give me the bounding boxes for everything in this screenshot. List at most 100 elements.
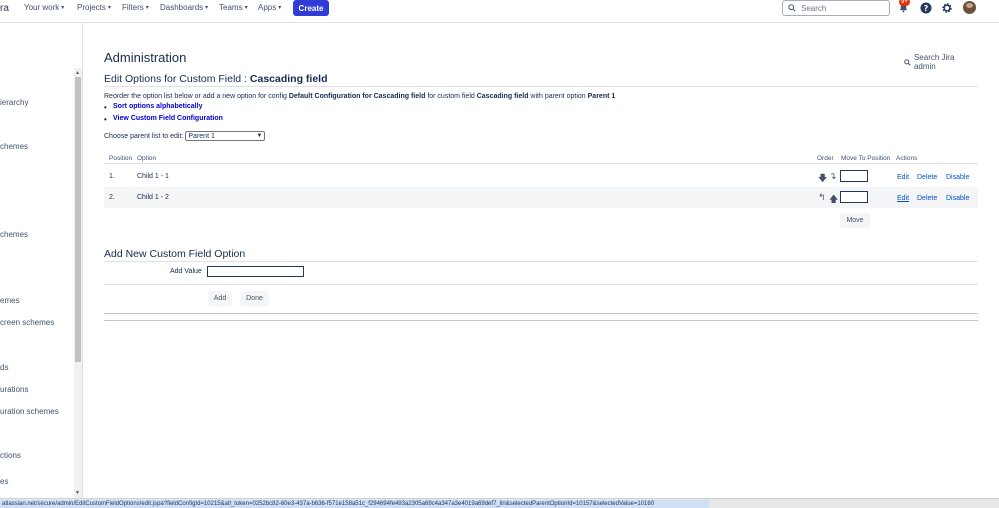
create-button[interactable]: Create <box>293 0 329 16</box>
divider <box>104 284 978 285</box>
header-move-to-position: Move To Position <box>841 155 891 162</box>
move-button[interactable]: Move <box>840 213 870 228</box>
nav-apps[interactable]: Apps ▾ <box>258 3 281 12</box>
action-links: Sort options alphabetically View Custom … <box>104 103 223 127</box>
divider <box>104 86 978 87</box>
nav-your-work[interactable]: Your work ▾ <box>24 3 64 12</box>
jira-logo-text[interactable]: ra <box>0 3 9 14</box>
disable-link[interactable]: Disable <box>946 174 969 181</box>
chevron-down-icon: ▼ <box>256 133 263 139</box>
help-icon: ? <box>920 2 931 13</box>
description-text: with parent option <box>530 93 586 100</box>
search-jira-admin-link[interactable]: Search Jira admin <box>904 53 978 71</box>
nav-your-work-label: Your work <box>24 3 60 12</box>
nav-projects[interactable]: Projects ▾ <box>77 3 111 12</box>
done-button[interactable]: Done <box>240 291 269 306</box>
field-name: Cascading field <box>476 93 529 100</box>
edit-link[interactable]: Edit <box>897 195 909 202</box>
nav-filters-label: Filters <box>122 3 144 12</box>
sidebar-item[interactable]: chemes <box>0 142 28 151</box>
divider <box>104 320 978 321</box>
sort-alphabetically-link[interactable]: Sort options alphabetically <box>104 103 223 115</box>
config-name: Default Configuration for Cascading fiel… <box>288 93 426 100</box>
sidebar-item[interactable]: ierarchy <box>0 98 28 107</box>
page-title: Administration <box>104 50 187 65</box>
parent-select[interactable]: Parent 1 ▼ <box>185 131 266 141</box>
edit-link[interactable]: Edit <box>897 174 909 181</box>
row-position: 1. <box>109 173 115 180</box>
admin-sidebar: ierarchy chemes chemes emes creen scheme… <box>0 23 83 498</box>
description-text: for custom field <box>427 93 475 100</box>
parent-name: Parent 1 <box>587 93 616 100</box>
header-option: Option <box>137 155 157 162</box>
nav-teams[interactable]: Teams ▾ <box>219 3 248 12</box>
row-position: 2. <box>109 194 115 201</box>
top-navigation: ra Your work ▾ Projects ▾ Filters ▾ Dash… <box>0 0 999 23</box>
search-input[interactable]: Search <box>782 0 890 16</box>
choose-parent-label: Choose parent list to edit: <box>104 132 184 140</box>
chevron-down-icon: ▾ <box>107 5 111 11</box>
move-to-position-input[interactable] <box>840 191 868 203</box>
chevron-down-icon: ▾ <box>278 5 282 11</box>
description: Reorder the option list below or add a n… <box>104 93 615 100</box>
sidebar-scrollbar-thumb[interactable] <box>75 77 81 362</box>
svg-text:?: ? <box>923 4 928 13</box>
help-button[interactable]: ? <box>919 1 932 14</box>
sidebar-item[interactable]: chemes <box>0 230 28 239</box>
sidebar-item[interactable]: ds <box>0 363 8 372</box>
sidebar-item[interactable]: ctions <box>0 451 21 460</box>
add-value-label: Add Value <box>170 268 202 275</box>
header-actions: Actions <box>896 155 918 162</box>
move-to-last-icon[interactable]: 🡇 <box>818 171 827 187</box>
options-table-header: Position Option Order Move To Position A… <box>104 154 978 164</box>
search-icon <box>788 4 796 12</box>
notification-badge: 9+ <box>899 0 910 6</box>
disable-link[interactable]: Disable <box>946 195 969 202</box>
section-title: Edit Options for Custom Field : Cascadin… <box>104 73 328 85</box>
sidebar-item[interactable]: uration schemes <box>0 407 59 416</box>
avatar[interactable] <box>963 1 976 14</box>
move-to-position-input[interactable] <box>840 170 868 182</box>
divider <box>104 261 978 262</box>
add-button[interactable]: Add <box>208 291 232 306</box>
nav-apps-label: Apps <box>258 3 277 12</box>
move-down-icon[interactable]: ↴ <box>829 171 837 182</box>
chevron-down-icon: ▾ <box>244 5 248 11</box>
nav-projects-label: Projects <box>77 3 106 12</box>
nav-dashboards[interactable]: Dashboards ▾ <box>160 3 208 12</box>
header-order: Order <box>817 155 834 162</box>
view-field-configuration-link[interactable]: View Custom Field Configuration <box>104 115 223 127</box>
delete-link[interactable]: Delete <box>917 174 937 181</box>
chevron-down-icon: ▾ <box>145 5 149 11</box>
search-placeholder: Search <box>801 3 827 13</box>
browser-status-bar: atlassian.net/secure/admin/EditCustomFie… <box>0 498 999 508</box>
chevron-down-icon: ▾ <box>205 5 209 11</box>
settings-button[interactable] <box>940 1 953 14</box>
sidebar-item[interactable]: es <box>0 477 8 486</box>
add-value-input[interactable] <box>207 266 304 277</box>
sidebar-item[interactable]: emes <box>0 296 20 305</box>
sidebar-item[interactable]: creen schemes <box>0 318 54 327</box>
scroll-up-icon[interactable]: ▲ <box>75 70 80 76</box>
nav-teams-label: Teams <box>219 3 243 12</box>
add-option-title: Add New Custom Field Option <box>104 248 246 260</box>
section-title-field: Cascading field <box>249 73 328 85</box>
nav-filters[interactable]: Filters ▾ <box>122 3 149 12</box>
scroll-down-icon[interactable]: ▼ <box>75 490 80 496</box>
parent-select-value: Parent 1 <box>188 132 215 140</box>
move-up-icon[interactable]: ↰ <box>818 192 826 203</box>
gear-icon <box>941 2 952 13</box>
search-jira-admin-label: Search Jira admin <box>913 53 955 71</box>
search-icon <box>904 58 911 66</box>
table-row: 2. Child 1 - 2 ↰ 🡅 Edit Delete Disable <box>104 187 978 208</box>
delete-link[interactable]: Delete <box>917 195 937 202</box>
parent-select-row: Choose parent list to edit: Parent 1 ▼ <box>104 131 266 141</box>
section-title-prefix: Edit Options for Custom Field : <box>104 73 247 85</box>
move-to-first-icon[interactable]: 🡅 <box>829 192 838 208</box>
row-option: Child 1 - 2 <box>137 194 169 201</box>
sidebar-item[interactable]: urations <box>0 385 28 394</box>
table-row: 1. Child 1 - 1 🡇 ↴ Edit Delete Disable <box>104 166 978 187</box>
divider <box>104 313 978 314</box>
nav-dashboards-label: Dashboards <box>160 3 204 12</box>
chevron-down-icon: ▾ <box>61 5 65 11</box>
